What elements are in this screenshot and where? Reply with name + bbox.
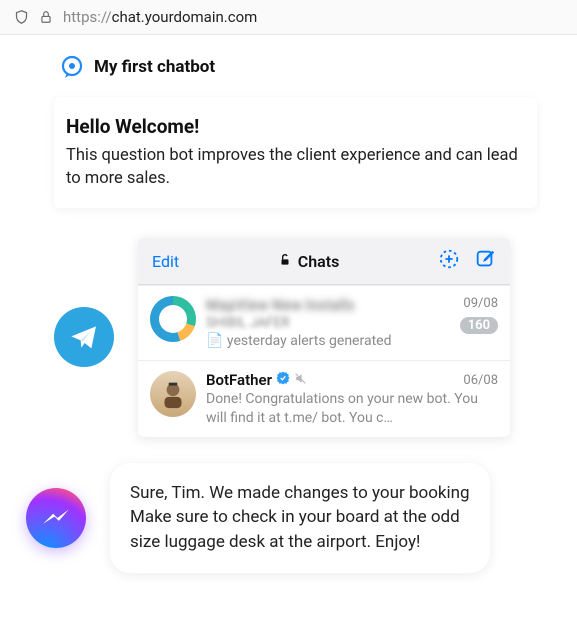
unread-badge: 160 bbox=[460, 317, 498, 334]
chats-header: Edit Chats bbox=[138, 238, 510, 285]
chats-title: Chats bbox=[179, 252, 438, 271]
chat-avatar bbox=[150, 296, 196, 342]
chat-name: BotFather bbox=[206, 371, 307, 389]
url-domain: chat.yourdomain.com bbox=[112, 8, 258, 26]
new-story-button[interactable] bbox=[438, 248, 460, 274]
chatbot-logo-icon bbox=[60, 55, 84, 79]
chat-name: MapView New Installs bbox=[206, 296, 355, 314]
chat-date: 06/08 bbox=[463, 373, 498, 388]
chat-preview: 📄 yesterday alerts generated bbox=[206, 332, 450, 350]
address-bar: https://chat.yourdomain.com bbox=[0, 0, 577, 35]
messenger-row: Sure, Tim. We made changes to your booki… bbox=[26, 463, 537, 573]
messenger-icon bbox=[26, 488, 86, 548]
shield-icon bbox=[14, 9, 29, 25]
bot-title: My first chatbot bbox=[94, 57, 215, 77]
welcome-heading: Hello Welcome! bbox=[66, 115, 519, 138]
chat-preview: Done! Congratulations on your new bot. Y… bbox=[206, 390, 498, 426]
url-protocol: https:// bbox=[63, 8, 112, 26]
chat-subtitle: SHIBIL JAFER bbox=[206, 315, 450, 331]
chats-panel: Edit Chats bbox=[138, 238, 510, 437]
chat-avatar bbox=[150, 371, 196, 417]
verified-icon bbox=[276, 371, 290, 389]
compose-button[interactable] bbox=[474, 248, 496, 274]
edit-button[interactable]: Edit bbox=[152, 252, 179, 271]
unlock-icon bbox=[278, 252, 292, 271]
bot-header: My first chatbot bbox=[60, 55, 537, 79]
telegram-icon bbox=[54, 307, 114, 367]
welcome-card: Hello Welcome! This question bot improve… bbox=[54, 97, 537, 208]
url-text[interactable]: https://chat.yourdomain.com bbox=[63, 8, 257, 26]
chat-item[interactable]: MapView New Installs SHIBIL JAFER 📄 yest… bbox=[138, 285, 510, 360]
message-bubble: Sure, Tim. We made changes to your booki… bbox=[110, 463, 490, 573]
muted-icon bbox=[294, 371, 307, 389]
chat-item[interactable]: BotFather 06/08 Done! Congratulations on… bbox=[138, 360, 510, 436]
telegram-row: Edit Chats bbox=[54, 238, 537, 437]
welcome-body: This question bot improves the client ex… bbox=[66, 144, 519, 190]
lock-icon bbox=[39, 9, 53, 25]
chat-date: 09/08 bbox=[463, 296, 498, 311]
